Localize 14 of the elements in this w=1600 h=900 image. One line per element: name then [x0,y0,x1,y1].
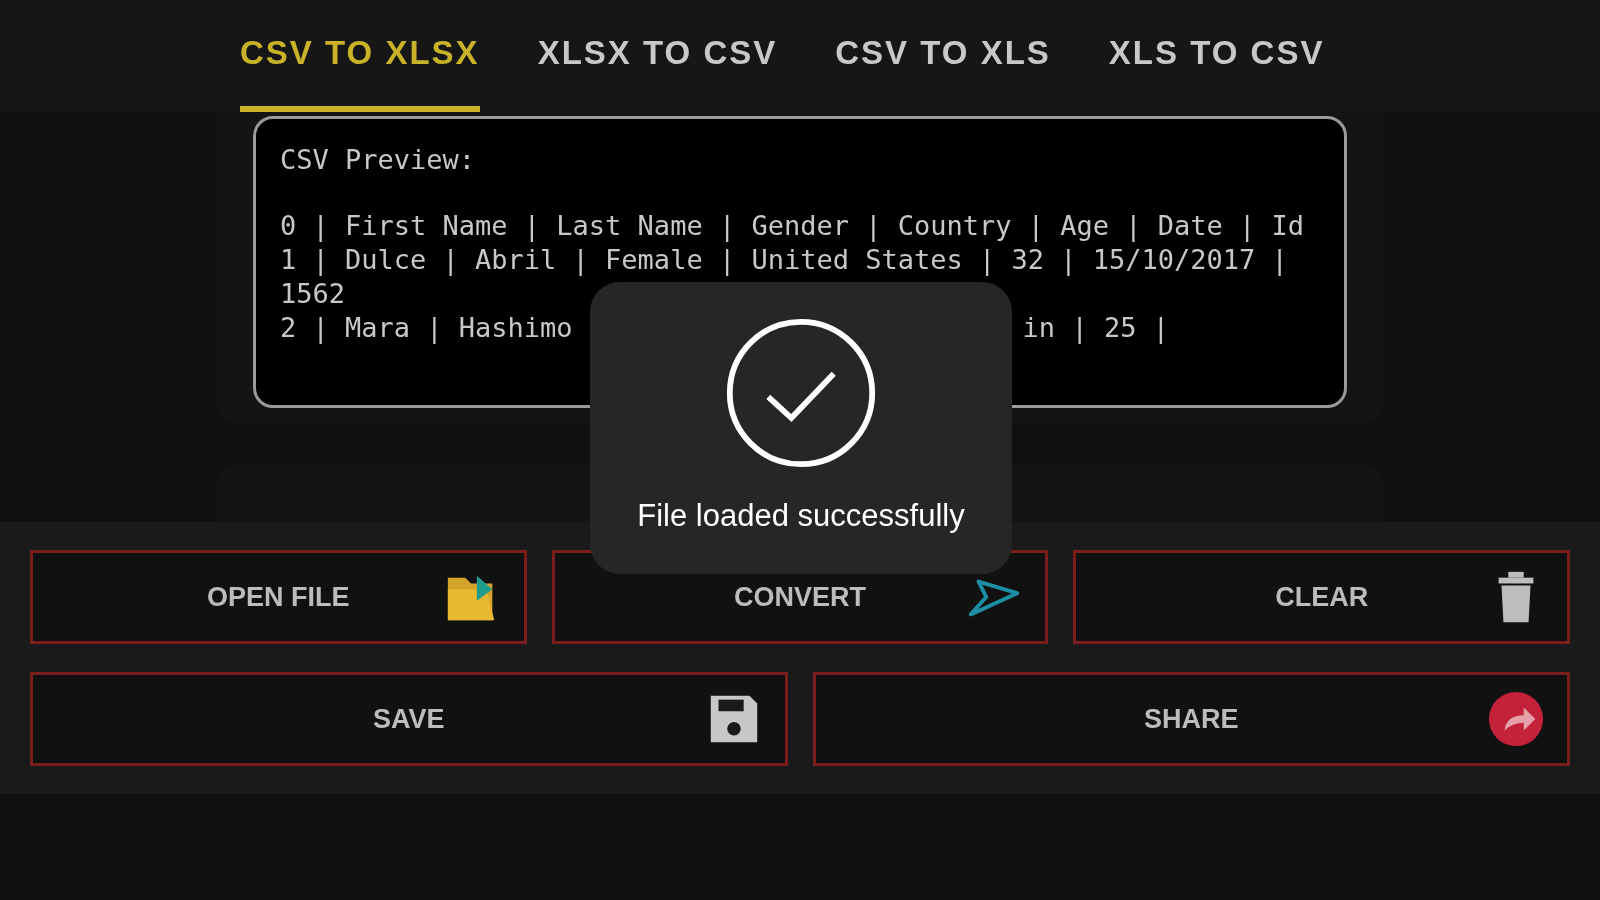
folder-button[interactable]: OPEN FILE [30,550,527,644]
preview-title: CSV Preview: [280,143,477,177]
tab[interactable]: CSV TO XLS [835,0,1051,112]
preview-line: in | 25 | [1022,311,1169,345]
share-icon [1487,690,1545,748]
preview-line: 2 | Mara | Hashimo [280,311,573,345]
tab[interactable]: XLSX TO CSV [537,0,778,112]
toast-message: File loaded successfully [637,498,965,534]
trash-button[interactable]: CLEAR [1073,550,1570,644]
floppy-button[interactable]: SAVE [30,672,788,766]
tab[interactable]: XLS TO CSV [1108,0,1325,112]
check-circle-icon [724,316,878,470]
share-button[interactable]: SHARE [812,672,1570,766]
preview-line: 0 | First Name | Last Name | Gender | Country | Age | Date | Id [280,209,1306,243]
